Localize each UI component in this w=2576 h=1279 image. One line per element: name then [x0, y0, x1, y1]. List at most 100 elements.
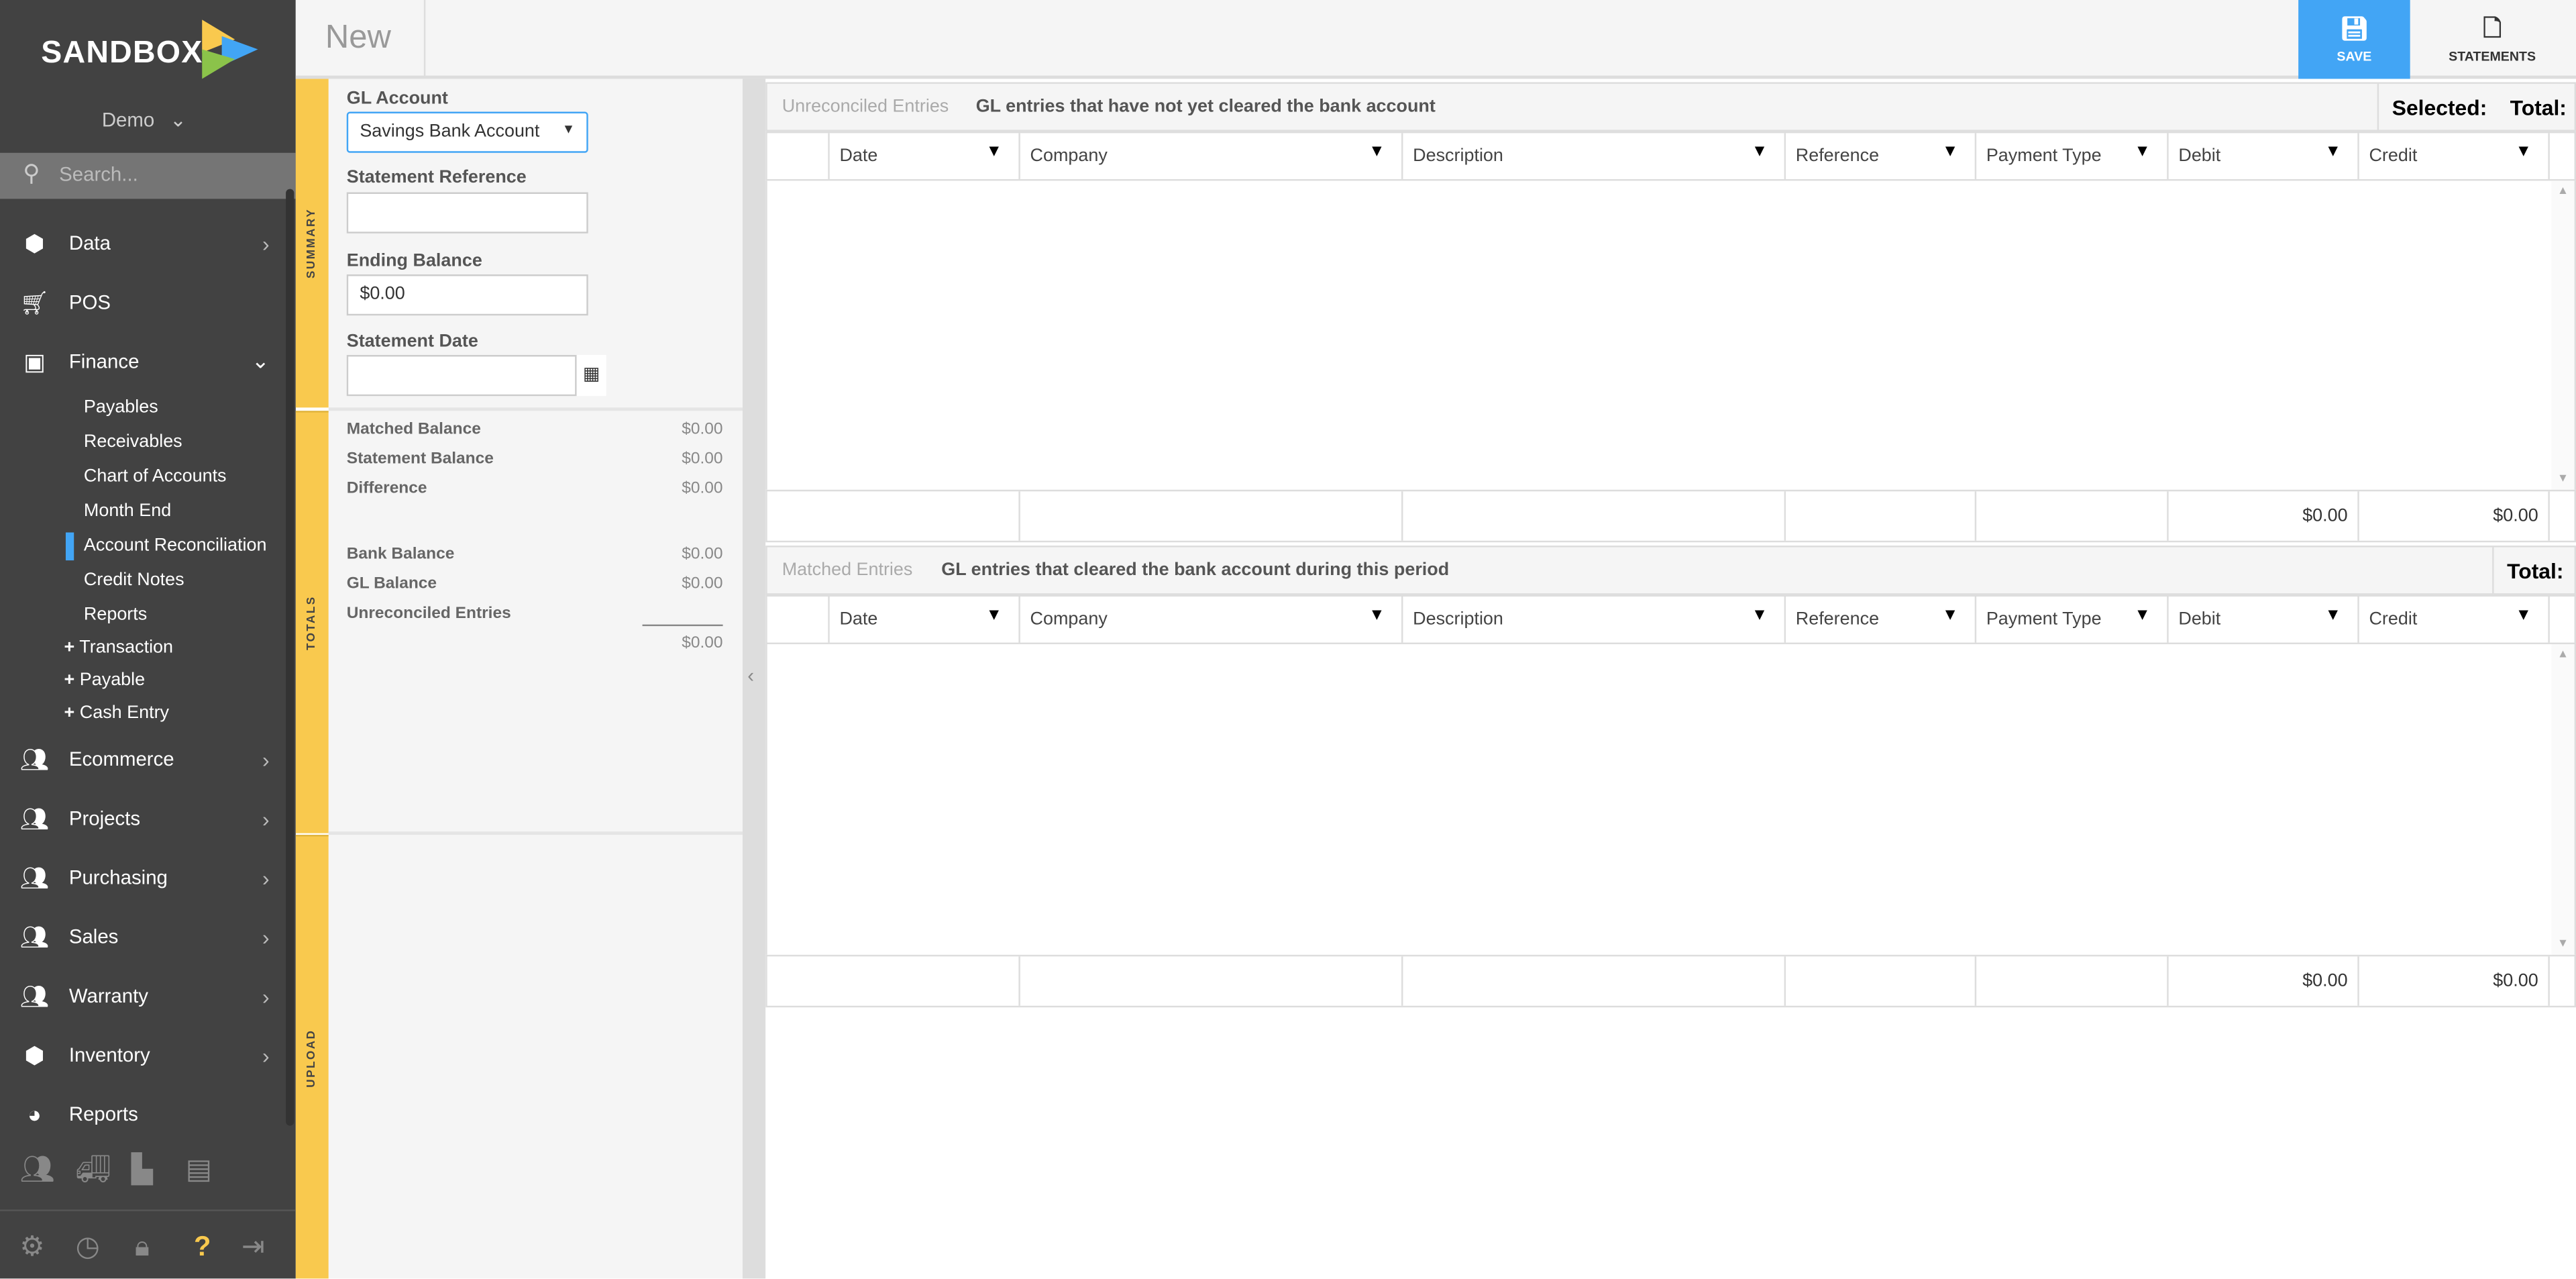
sidebar-item-purchasing[interactable]: 👥︎ Purchasing ›: [0, 853, 282, 902]
selected-label: Selected:: [2392, 95, 2487, 120]
matched-table-body: ▲ ▼: [765, 644, 2576, 955]
unreconciled-entries-row: Unreconciled Entries: [347, 605, 723, 623]
column-label: Credit: [2369, 609, 2418, 629]
column-header-description[interactable]: Description ▼: [1403, 133, 1786, 179]
column-header-reference[interactable]: Reference ▼: [1786, 596, 1977, 643]
sidebar-subitem-payables[interactable]: Payables: [84, 398, 158, 417]
filter-icon[interactable]: ▼: [2134, 607, 2150, 625]
sidebar: SANDBOX Demo ⌄ ⚲ Search... ⬢ Data › 🛒︎ POS ▣…: [0, 0, 296, 1279]
column-label: Description: [1413, 146, 1503, 166]
help-icon[interactable]: ?: [194, 1231, 211, 1264]
column-header-description[interactable]: Description ▼: [1403, 596, 1786, 643]
column-header-debit[interactable]: Debit ▼: [2169, 596, 2359, 643]
add-payable-link[interactable]: + Payable: [64, 670, 146, 690]
section-subtitle: GL entries that cleared the bank account…: [941, 560, 1450, 580]
cart-icon: 🛒︎: [19, 288, 50, 315]
column-header-reference[interactable]: Reference ▼: [1786, 133, 1977, 179]
sidebar-scrollbar[interactable]: [286, 189, 294, 1126]
value: $0.00: [682, 546, 723, 564]
sign-out-icon[interactable]: ⇥: [241, 1231, 265, 1264]
filter-icon[interactable]: ▼: [1752, 607, 1768, 625]
add-transaction-link[interactable]: + Transaction: [64, 637, 174, 657]
sidebar-item-finance[interactable]: ▣ Finance ⌄: [0, 337, 282, 386]
column-header-credit[interactable]: Credit ▼: [2359, 133, 2550, 179]
footer-cell: [1976, 956, 2169, 1006]
truck-icon[interactable]: 🚚︎: [76, 1154, 111, 1186]
column-label: Company: [1030, 609, 1108, 629]
statements-button[interactable]: 🗋 STATEMENTS: [2410, 0, 2575, 79]
column-header-debit[interactable]: Debit ▼: [2169, 133, 2359, 179]
sidebar-subitem-account-reconciliation[interactable]: Account Reconciliation: [65, 532, 266, 561]
gl-account-label: GL Account: [346, 89, 448, 109]
column-header-company[interactable]: Company ▼: [1020, 596, 1403, 643]
sidebar-subitem-receivables[interactable]: Receivables: [84, 432, 182, 452]
filter-icon[interactable]: ▼: [986, 607, 1002, 625]
column-header-payment-type[interactable]: Payment Type ▼: [1976, 133, 2169, 179]
column-header-company[interactable]: Company ▼: [1020, 133, 1403, 179]
archive-icon[interactable]: ▤: [186, 1154, 212, 1186]
chevron-down-icon: ⌄: [251, 348, 270, 373]
filter-icon[interactable]: ▼: [2134, 143, 2150, 161]
caret-down-icon: ▼: [561, 121, 576, 137]
calendar-icon[interactable]: ▦: [576, 354, 606, 397]
gl-account-select[interactable]: Savings Bank Account ▼: [346, 111, 588, 153]
sidebar-item-sales[interactable]: 👥︎ Sales ›: [0, 912, 282, 961]
sidebar-subitem-credit-notes[interactable]: Credit Notes: [84, 570, 184, 590]
clock-icon[interactable]: ◷: [76, 1231, 100, 1264]
sidebar-item-data[interactable]: ⬢ Data ›: [0, 219, 282, 268]
filter-icon[interactable]: ▼: [986, 143, 1002, 161]
bank-balance-row: Bank Balance $0.00: [347, 546, 723, 564]
select-column-header[interactable]: [767, 596, 830, 643]
tab-summary[interactable]: SUMMARY: [295, 79, 329, 408]
sidebar-item-warranty[interactable]: 👥︎ Warranty ›: [0, 971, 282, 1020]
vertical-scrollbar[interactable]: ▲ ▼: [2551, 644, 2575, 955]
tenant-selector[interactable]: Demo ⌄: [102, 109, 186, 132]
sidebar-item-reports[interactable]: ◕ Reports: [0, 1090, 282, 1139]
column-header-credit[interactable]: Credit ▼: [2359, 596, 2550, 643]
users-icon[interactable]: 👥︎: [19, 1154, 55, 1186]
sidebar-subitem-reports[interactable]: Reports: [84, 605, 147, 624]
column-header-payment-type[interactable]: Payment Type ▼: [1976, 596, 2169, 643]
column-header-date[interactable]: Date ▼: [830, 133, 1020, 179]
sidebar-item-label: Ecommerce: [68, 748, 174, 771]
vertical-scrollbar[interactable]: ▲ ▼: [2551, 181, 2575, 490]
sidebar-item-ecommerce[interactable]: 👥︎ Ecommerce ›: [0, 735, 282, 784]
save-button[interactable]: 💾︎ SAVE: [2298, 0, 2410, 79]
sidebar-item-projects[interactable]: 👥︎ Projects ›: [0, 794, 282, 843]
sidebar-item-label: Projects: [68, 807, 141, 830]
filter-icon[interactable]: ▼: [1368, 607, 1385, 625]
industry-icon[interactable]: ▙: [131, 1154, 153, 1186]
filter-icon[interactable]: ▼: [2325, 607, 2341, 625]
value: $0.00: [682, 420, 723, 439]
statement-reference-input[interactable]: [346, 192, 588, 234]
statement-date-input[interactable]: [346, 354, 577, 397]
search-input[interactable]: ⚲ Search...: [0, 152, 296, 199]
footer-cell: [1786, 956, 1977, 1006]
sidebar-item-pos[interactable]: 🛒︎ POS: [0, 278, 282, 327]
unreconciled-table-body: ▲ ▼: [765, 181, 2576, 490]
filter-icon[interactable]: ▼: [2325, 143, 2341, 161]
column-header-date[interactable]: Date ▼: [830, 596, 1020, 643]
sidebar-subitem-chart-of-accounts[interactable]: Chart of Accounts: [84, 467, 227, 487]
logo[interactable]: SANDBOX: [41, 19, 258, 79]
filter-icon[interactable]: ▼: [1942, 143, 1958, 161]
ending-balance-input[interactable]: $0.00: [346, 274, 588, 316]
sidebar-subitem-month-end[interactable]: Month End: [84, 501, 171, 521]
tab-totals[interactable]: TOTALS: [295, 411, 329, 833]
tab-upload[interactable]: UPLOAD: [295, 835, 329, 1279]
sidebar-item-inventory[interactable]: ⬢ Inventory ›: [0, 1031, 282, 1080]
money-icon: ▣: [23, 347, 46, 374]
filter-icon[interactable]: ▼: [2516, 143, 2532, 161]
select-column-header[interactable]: [767, 133, 830, 179]
add-cash-entry-link[interactable]: + Cash Entry: [64, 703, 170, 723]
filter-icon[interactable]: ▼: [1942, 607, 1958, 625]
filter-icon[interactable]: ▼: [2516, 607, 2532, 625]
column-label: Credit: [2369, 146, 2418, 166]
filter-icon[interactable]: ▼: [1752, 143, 1768, 161]
panel-collapse-handle[interactable]: ‹: [742, 79, 766, 1279]
lock-icon[interactable]: 🔒︎: [135, 1231, 150, 1264]
gear-icon[interactable]: ⚙: [19, 1231, 44, 1264]
plus-icon: +: [64, 670, 75, 690]
chevron-left-icon: ‹: [747, 664, 755, 687]
filter-icon[interactable]: ▼: [1368, 143, 1385, 161]
